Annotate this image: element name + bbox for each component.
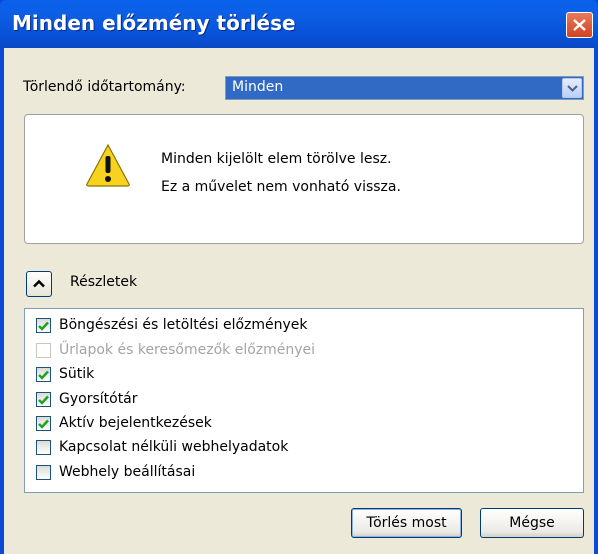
item-label: Böngészési és letöltési előzmények <box>59 317 308 333</box>
title-bar[interactable]: Minden előzmény törlése <box>0 0 598 48</box>
item-label: Gyorsítótár <box>59 391 138 407</box>
item-label: Webhely beállításai <box>59 464 196 480</box>
item-label: Űrlapok és keresőmezők előzményei <box>59 342 316 358</box>
checkbox-browsing-history[interactable] <box>36 318 51 333</box>
item-label: Sütik <box>59 366 95 382</box>
checkmark-icon <box>38 419 49 429</box>
item-label: Aktív bejelentkezések <box>59 415 212 431</box>
list-item[interactable]: Kapcsolat nélküli webhelyadatok <box>33 437 573 459</box>
item-label: Kapcsolat nélküli webhelyadatok <box>59 439 289 455</box>
checkmark-icon <box>38 370 49 380</box>
checkmark-icon <box>38 321 49 331</box>
chevron-down-icon <box>567 85 578 92</box>
chevron-up-icon <box>33 279 45 288</box>
dialog-window: Minden előzmény törlése Törlendő időtart… <box>0 0 598 554</box>
checkbox-offline-data[interactable] <box>36 440 51 455</box>
cancel-button[interactable]: Mégse <box>480 508 584 538</box>
time-range-value: Minden <box>232 79 284 95</box>
details-toggle-button[interactable] <box>26 271 52 297</box>
list-item[interactable]: Aktív bejelentkezések <box>33 413 573 435</box>
list-item[interactable]: Webhely beállításai <box>33 462 573 484</box>
checkmark-icon <box>38 395 49 405</box>
time-range-select[interactable]: Minden <box>225 76 584 100</box>
checkbox-form-history <box>36 343 51 358</box>
list-item: Űrlapok és keresőmezők előzményei <box>33 340 573 362</box>
list-item[interactable]: Böngészési és letöltési előzmények <box>33 315 573 337</box>
warning-icon <box>86 143 130 187</box>
window-title: Minden előzmény törlése <box>12 11 296 35</box>
checkbox-site-settings[interactable] <box>36 465 51 480</box>
close-icon <box>573 19 586 31</box>
time-range-label: Törlendő időtartomány: <box>23 79 186 95</box>
list-item[interactable]: Sütik <box>33 364 573 386</box>
warning-panel: Minden kijelölt elem törölve lesz. Ez a … <box>24 114 584 244</box>
list-item[interactable]: Gyorsítótár <box>33 389 573 411</box>
checkbox-active-logins[interactable] <box>36 416 51 431</box>
details-label: Részletek <box>70 274 138 290</box>
checkbox-cache[interactable] <box>36 392 51 407</box>
checkbox-cookies[interactable] <box>36 367 51 382</box>
history-items-list: Böngészési és letöltési előzmények Űrlap… <box>24 308 584 493</box>
close-button[interactable] <box>566 12 593 38</box>
delete-now-button[interactable]: Törlés most <box>351 508 462 538</box>
warning-message-line1: Minden kijelölt elem törölve lesz. <box>161 151 392 167</box>
warning-message-line2: Ez a művelet nem vonható vissza. <box>161 179 401 195</box>
dropdown-button[interactable] <box>562 78 582 98</box>
